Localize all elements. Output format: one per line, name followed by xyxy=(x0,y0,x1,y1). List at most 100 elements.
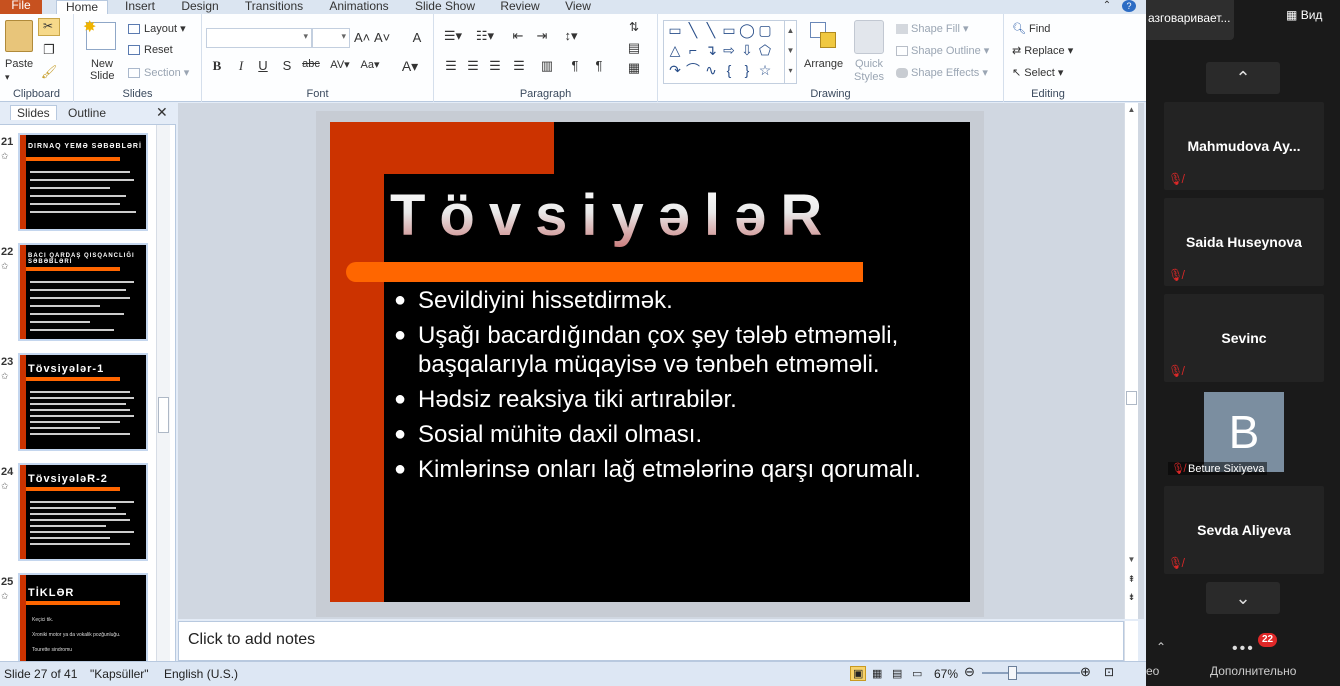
new-slide-button[interactable]: New Slide xyxy=(90,58,114,82)
paste-button[interactable]: Paste xyxy=(5,58,33,70)
bold-icon[interactable]: B xyxy=(210,58,224,74)
prev-slide-icon[interactable]: ⇞ xyxy=(1125,573,1138,585)
decrease-indent-icon[interactable]: ⇤ xyxy=(510,28,526,44)
arrange-icon[interactable] xyxy=(808,20,842,54)
elbow-connector-icon[interactable]: ⌐ xyxy=(684,41,702,59)
view-button[interactable]: ▦ Вид xyxy=(1286,8,1322,22)
slides-panel-scrollbar[interactable] xyxy=(156,125,170,661)
shape-effects-button[interactable]: Shape Effects ▾ xyxy=(896,66,988,79)
tab-home[interactable]: Home xyxy=(56,0,108,14)
zoom-slider-handle[interactable] xyxy=(1008,666,1017,680)
next-slide-icon[interactable]: ⇟ xyxy=(1125,591,1138,603)
ltr-icon[interactable]: ¶ xyxy=(566,58,584,73)
rtl-icon[interactable]: ¶ xyxy=(590,58,608,73)
notes-scrollbar[interactable] xyxy=(1124,621,1138,661)
strikethrough-icon[interactable]: abc xyxy=(300,58,322,70)
bullets-icon[interactable]: ☰▾ xyxy=(442,28,464,44)
find-button[interactable]: 🔍︎ Find xyxy=(1012,22,1050,35)
rounded-rect-shape-icon[interactable]: ▢ xyxy=(756,21,774,39)
copy-icon[interactable]: ❐ xyxy=(40,42,58,58)
format-painter-icon[interactable]: 🖌 xyxy=(40,64,58,80)
slide-thumbnail-25[interactable]: TİKLƏR Keçici tik. Xroniki motor ya da v… xyxy=(18,573,148,661)
smartart-icon[interactable]: ▦ xyxy=(624,60,644,76)
slide-thumbnail-23[interactable]: Tövsiyələr-1 xyxy=(18,353,148,451)
shadow-icon[interactable]: S xyxy=(280,58,294,73)
line-shape-icon[interactable]: ╲ xyxy=(684,21,702,39)
participant-tile[interactable]: B 🎙︎̸ Beture Sixiyeva xyxy=(1164,392,1324,480)
slide-bullet-list[interactable]: Sevildiyini hissetdirmək. Uşağı bacardığ… xyxy=(394,286,964,490)
text-direction-icon[interactable]: ⇅ xyxy=(624,20,644,34)
quick-styles-icon[interactable] xyxy=(854,20,884,54)
align-text-icon[interactable]: ▤ xyxy=(624,40,644,56)
shapes-more-icon[interactable]: ▲ ▼ ▾ xyxy=(784,21,796,83)
fit-to-window-icon[interactable]: ⊡ xyxy=(1104,665,1114,679)
triangle-shape-icon[interactable]: △ xyxy=(666,41,684,59)
slide-title[interactable]: TövsiyələR xyxy=(390,182,836,249)
pentagon-shape-icon[interactable]: ⬠ xyxy=(756,41,774,59)
numbering-icon[interactable]: ☷▾ xyxy=(474,28,496,44)
slide-thumbnail-21[interactable]: DIRNAQ YEMƏ SƏBƏBLƏRİ xyxy=(18,133,148,231)
font-color-icon[interactable]: A▾ xyxy=(400,58,420,75)
section-button[interactable]: Section ▾ xyxy=(128,66,189,79)
editor-scrollbar[interactable]: ▲ ▼ ⇞ ⇟ xyxy=(1124,103,1138,619)
slide-sorter-icon[interactable]: ▦ xyxy=(872,667,882,680)
notes-pane[interactable]: Click to add notes xyxy=(178,621,1124,661)
rectangle-shape-icon[interactable]: ▭ xyxy=(720,21,738,39)
tab-slides[interactable]: Slides xyxy=(10,105,57,120)
oval-shape-icon[interactable]: ◯ xyxy=(738,21,756,39)
shape-outline-button[interactable]: Shape Outline ▾ xyxy=(896,44,989,57)
tab-animations[interactable]: Animations xyxy=(320,0,398,14)
align-left-icon[interactable]: ☰ xyxy=(442,58,460,74)
freeform-shape-icon[interactable]: ∿ xyxy=(702,61,720,79)
line-spacing-icon[interactable]: ↕▾ xyxy=(560,28,582,44)
tab-view[interactable]: View xyxy=(556,0,600,14)
select-button[interactable]: ↖ Select ▾ xyxy=(1012,66,1063,79)
clear-formatting-icon[interactable]: A xyxy=(408,30,426,45)
reading-view-icon[interactable]: ▤ xyxy=(892,667,902,680)
textbox-shape-icon[interactable]: ▭ xyxy=(666,21,684,39)
scroll-down-participants-icon[interactable]: ⌄ xyxy=(1206,582,1280,614)
star-shape-icon[interactable]: ☆ xyxy=(756,61,774,79)
tab-file[interactable]: File xyxy=(0,0,42,14)
char-spacing-icon[interactable]: AV▾ xyxy=(328,58,352,71)
down-arrow-shape-icon[interactable]: ⇩ xyxy=(738,41,756,59)
close-panel-icon[interactable]: ✕ xyxy=(156,104,168,121)
font-size-combo[interactable]: ▾ xyxy=(312,28,350,48)
replace-button[interactable]: ⇄ Replace ▾ xyxy=(1012,44,1073,57)
participant-tile[interactable]: Saida Huseynova 🎙︎̸ xyxy=(1164,198,1324,286)
tab-design[interactable]: Design xyxy=(172,0,228,14)
change-case-icon[interactable]: Aa▾ xyxy=(358,58,382,71)
scroll-down-icon[interactable]: ▼ xyxy=(1125,555,1138,564)
participant-tile[interactable]: Mahmudova Ay... 🎙︎̸ xyxy=(1164,102,1324,190)
editor-scrollbar-thumb[interactable] xyxy=(1126,391,1137,405)
reset-button[interactable]: Reset xyxy=(128,44,173,56)
participant-tile[interactable]: Sevda Aliyeva 🎙︎̸ xyxy=(1164,486,1324,574)
align-right-icon[interactable]: ☰ xyxy=(486,58,504,74)
zoom-in-icon[interactable]: ⊕ xyxy=(1080,664,1091,680)
cut-icon[interactable]: ✂ xyxy=(38,18,60,36)
paste-dropdown-icon[interactable]: ▾ xyxy=(5,72,10,83)
slide-thumbnail-22[interactable]: BACI QARDAŞ QISQANCLIĞI SƏBƏBLƏRİ xyxy=(18,243,148,341)
arc-shape-icon[interactable]: ⌒ xyxy=(684,61,702,79)
help-icon[interactable]: ? xyxy=(1122,0,1136,12)
language[interactable]: English (U.S.) xyxy=(164,667,238,681)
more-icon[interactable]: ••• xyxy=(1232,640,1255,658)
shapes-gallery[interactable]: ▭ ╲ ╲ ▭ ◯ ▢ △ ⌐ ↴ ⇨ ⇩ ⬠ ↷ ⌒ ∿ { } ☆ ▲ ▼ ▾ xyxy=(663,20,797,84)
zoom-slider[interactable] xyxy=(982,672,1080,674)
scroll-up-participants-icon[interactable]: ⌃ xyxy=(1206,62,1280,94)
chevron-up-icon[interactable]: ⌃ xyxy=(1156,640,1166,654)
more-button[interactable]: Дополнительно xyxy=(1210,664,1296,678)
quick-styles-button[interactable]: Quick Styles xyxy=(850,58,888,84)
slide-thumbnail-24[interactable]: TövsiyələR-2 xyxy=(18,463,148,561)
line2-shape-icon[interactable]: ╲ xyxy=(702,21,720,39)
italic-icon[interactable]: I xyxy=(234,58,248,74)
arrange-button[interactable]: Arrange xyxy=(804,58,843,70)
zoom-out-icon[interactable]: ⊖ xyxy=(964,664,975,680)
underline-icon[interactable]: U xyxy=(256,58,270,73)
justify-icon[interactable]: ☰ xyxy=(510,58,528,74)
tab-transitions[interactable]: Transitions xyxy=(238,0,310,14)
normal-view-icon[interactable]: ▣ xyxy=(850,666,867,681)
participant-tile[interactable]: Sevinc 🎙︎̸ xyxy=(1164,294,1324,382)
elbow-arrow-icon[interactable]: ↴ xyxy=(702,41,720,59)
minimize-ribbon-icon[interactable]: ⌃ xyxy=(1100,0,1114,14)
